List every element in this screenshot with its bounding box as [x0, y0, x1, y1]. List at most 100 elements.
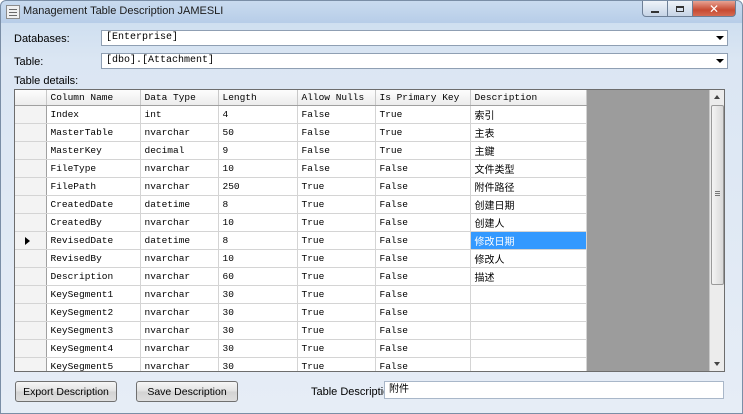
table-cell[interactable]: 修改人 [470, 249, 587, 268]
table-cell[interactable]: nvarchar [140, 357, 219, 371]
table-row[interactable]: KeySegment1 nvarchar 30 True False [15, 285, 587, 304]
table-cell[interactable]: 30 [218, 339, 298, 358]
table-cell[interactable]: nvarchar [140, 177, 219, 196]
table-cell[interactable] [470, 285, 587, 304]
table-cell[interactable]: MasterKey [46, 141, 141, 160]
table-cell[interactable]: False [375, 267, 471, 286]
table-cell[interactable]: False [375, 159, 471, 178]
table-cell[interactable]: 描述 [470, 267, 587, 286]
table-row[interactable]: Description nvarchar 60 True False 描述 [15, 267, 587, 286]
table-row[interactable]: CreatedBy nvarchar 10 True False 创建人 [15, 213, 587, 232]
minimize-button[interactable] [642, 1, 668, 17]
table-cell[interactable]: True [297, 267, 376, 286]
table-cell[interactable]: nvarchar [140, 285, 219, 304]
table-cell[interactable]: 50 [218, 123, 298, 142]
table-cell[interactable]: True [297, 285, 376, 304]
table-cell[interactable]: RevisedDate [46, 231, 141, 250]
table-cell[interactable]: 60 [218, 267, 298, 286]
table-cell[interactable]: 主表 [470, 123, 587, 142]
row-header[interactable] [15, 339, 47, 358]
table-cell[interactable]: False [375, 321, 471, 340]
table-cell[interactable]: Index [46, 105, 141, 124]
table-cell[interactable] [470, 339, 587, 358]
vertical-scrollbar[interactable] [709, 90, 724, 371]
row-header[interactable] [15, 213, 47, 232]
scrollbar-thumb[interactable] [711, 105, 724, 285]
row-header[interactable] [15, 105, 47, 124]
column-header[interactable]: Column Name [46, 90, 141, 106]
table-cell[interactable]: 30 [218, 303, 298, 322]
table-dropdown[interactable]: [dbo].[Attachment] [101, 53, 728, 69]
table-row[interactable]: KeySegment3 nvarchar 30 True False [15, 321, 587, 340]
table-cell[interactable]: False [375, 285, 471, 304]
table-cell[interactable]: 创建日期 [470, 195, 587, 214]
table-cell[interactable]: 8 [218, 231, 298, 250]
table-cell[interactable]: True [297, 195, 376, 214]
table-cell[interactable]: KeySegment4 [46, 339, 141, 358]
table-cell[interactable]: 附件路径 [470, 177, 587, 196]
column-header[interactable]: Is Primary Key [375, 90, 471, 106]
export-description-button[interactable]: Export Description [15, 381, 117, 402]
table-cell[interactable]: True [297, 231, 376, 250]
table-cell[interactable]: True [297, 177, 376, 196]
table-cell[interactable]: nvarchar [140, 249, 219, 268]
table-cell[interactable]: nvarchar [140, 159, 219, 178]
table-cell[interactable]: 修改日期 [470, 231, 587, 250]
table-cell[interactable]: FilePath [46, 177, 141, 196]
row-header[interactable] [15, 177, 47, 196]
table-row[interactable]: KeySegment4 nvarchar 30 True False [15, 339, 587, 358]
table-cell[interactable]: 8 [218, 195, 298, 214]
save-description-button[interactable]: Save Description [136, 381, 238, 402]
table-cell[interactable]: nvarchar [140, 123, 219, 142]
table-cell[interactable]: True [297, 249, 376, 268]
table-cell[interactable]: False [375, 249, 471, 268]
row-header[interactable] [15, 159, 47, 178]
column-header[interactable]: Data Type [140, 90, 219, 106]
table-cell[interactable]: False [375, 339, 471, 358]
table-cell[interactable]: 30 [218, 357, 298, 371]
row-header[interactable] [15, 231, 47, 250]
table-cell[interactable]: 10 [218, 213, 298, 232]
scroll-down-button[interactable] [710, 357, 724, 371]
table-row[interactable]: RevisedDate datetime 8 True False 修改日期 [15, 231, 587, 250]
close-button[interactable]: ✕ [693, 1, 736, 17]
column-header[interactable]: Allow Nulls [297, 90, 376, 106]
table-cell[interactable]: Description [46, 267, 141, 286]
table-cell[interactable]: False [375, 357, 471, 371]
table-row[interactable]: FilePath nvarchar 250 True False 附件路径 [15, 177, 587, 196]
table-row[interactable]: KeySegment2 nvarchar 30 True False [15, 303, 587, 322]
table-cell[interactable]: MasterTable [46, 123, 141, 142]
table-cell[interactable]: datetime [140, 195, 219, 214]
table-cell[interactable]: KeySegment3 [46, 321, 141, 340]
table-cell[interactable]: 创建人 [470, 213, 587, 232]
table-row[interactable]: Index int 4 False True 索引 [15, 105, 587, 124]
table-row[interactable]: KeySegment5 nvarchar 30 True False [15, 357, 587, 371]
table-cell[interactable]: True [375, 105, 471, 124]
table-cell[interactable]: True [297, 339, 376, 358]
table-cell[interactable]: nvarchar [140, 321, 219, 340]
table-cell[interactable]: False [375, 177, 471, 196]
table-cell[interactable]: False [297, 105, 376, 124]
table-cell[interactable]: decimal [140, 141, 219, 160]
column-header[interactable]: Description [470, 90, 587, 106]
row-header[interactable] [15, 357, 47, 371]
table-cell[interactable]: FileType [46, 159, 141, 178]
table-cell[interactable]: False [297, 159, 376, 178]
table-cell[interactable]: 30 [218, 321, 298, 340]
table-cell[interactable]: 4 [218, 105, 298, 124]
table-cell[interactable]: False [297, 141, 376, 160]
table-row[interactable]: CreatedDate datetime 8 True False 创建日期 [15, 195, 587, 214]
table-cell[interactable]: datetime [140, 231, 219, 250]
table-row[interactable]: RevisedBy nvarchar 10 True False 修改人 [15, 249, 587, 268]
row-header[interactable] [15, 285, 47, 304]
table-cell[interactable]: False [297, 123, 376, 142]
table-cell[interactable]: nvarchar [140, 267, 219, 286]
table-cell[interactable]: True [297, 303, 376, 322]
table-cell[interactable] [470, 303, 587, 322]
table-cell[interactable]: 主鍵 [470, 141, 587, 160]
row-header[interactable] [15, 303, 47, 322]
table-cell[interactable]: KeySegment1 [46, 285, 141, 304]
maximize-button[interactable] [668, 1, 693, 17]
table-cell[interactable]: 10 [218, 159, 298, 178]
table-cell[interactable]: CreatedBy [46, 213, 141, 232]
